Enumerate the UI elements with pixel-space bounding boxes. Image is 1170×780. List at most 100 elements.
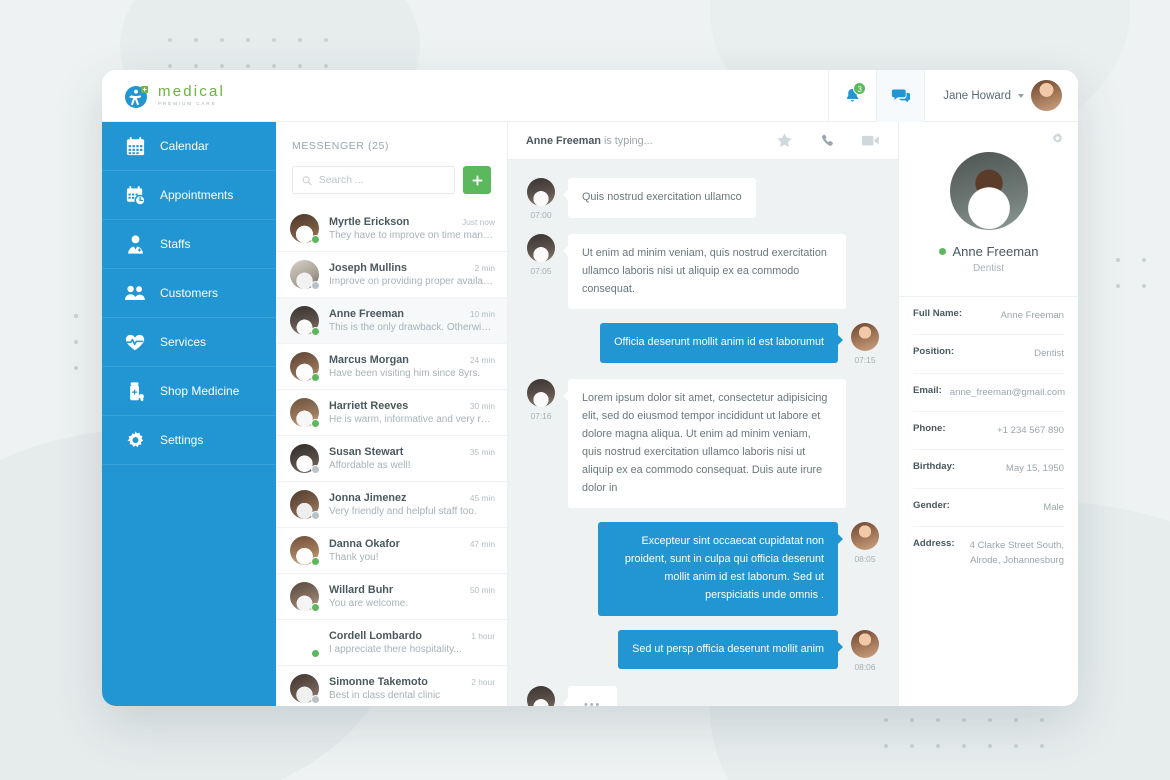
- brand-title: medical: [158, 83, 226, 101]
- sidebar-item-label: Shop Medicine: [160, 384, 240, 398]
- list-item-name: Danna Okafor: [329, 538, 400, 550]
- conversation-contact-name: Anne Freeman: [526, 134, 601, 147]
- status-badge: [311, 327, 320, 336]
- avatar: [851, 629, 879, 658]
- list-item-name: Marcus Morgan: [329, 354, 409, 366]
- app-window: medical PREMIUM CARE 3 Jane Howard Calen…: [102, 70, 1078, 706]
- message-bubble[interactable]: Quis nostrud exercitation ullamco: [563, 178, 756, 218]
- sidebar-item-services[interactable]: Services: [102, 318, 276, 367]
- brand-subtitle: PREMIUM CARE: [158, 101, 217, 107]
- profile-field-label: Position:: [913, 346, 955, 358]
- phone-icon[interactable]: [819, 133, 835, 149]
- sidebar-item-staffs[interactable]: Staffs: [102, 220, 276, 269]
- avatar: [290, 444, 320, 474]
- add-conversation-button[interactable]: [463, 166, 491, 194]
- profile-panel: Anne Freeman Dentist Full Name: Anne Free…: [898, 122, 1078, 706]
- avatar[interactable]: [1031, 80, 1062, 111]
- message-time: 08:06: [854, 661, 876, 672]
- message-bubble[interactable]: Officia deserunt mollit anim id est labo…: [600, 323, 843, 364]
- message-bubble[interactable]: •••: [562, 685, 618, 706]
- status-badge: [311, 235, 320, 244]
- online-status-dot: [938, 248, 946, 255]
- messages-button[interactable]: [876, 70, 925, 122]
- list-item-time: 45 min: [469, 493, 495, 503]
- message-bubble[interactable]: Sed ut persp officia deserunt mollit ani…: [618, 629, 843, 670]
- list-item[interactable]: Cordell Lombardo 1 hour I appreciate there…: [276, 620, 507, 666]
- search-input[interactable]: [318, 174, 445, 186]
- user-menu[interactable]: Jane Howard: [924, 70, 1078, 122]
- profile-field-label: Gender:: [913, 499, 950, 511]
- list-item[interactable]: Susan Stewart 35 min Affordable as well!: [276, 436, 507, 482]
- message-row: 08:06 Sed ut persp officia deserunt molli…: [524, 629, 882, 672]
- list-item-preview: Thank you!: [329, 552, 379, 563]
- sidebar-item-settings[interactable]: Settings: [102, 416, 276, 465]
- star-icon[interactable]: [776, 132, 793, 149]
- medical-logo-icon: [124, 83, 150, 109]
- top-bar: medical PREMIUM CARE 3 Jane Howard: [102, 70, 1078, 122]
- message-bubble[interactable]: Lorem ipsum dolor sit amet, consectetur …: [563, 379, 846, 509]
- sidebar-item-label: Appointments: [160, 188, 234, 202]
- search-icon: [302, 175, 312, 185]
- conversation-header: Anne Freeman is typing...: [508, 122, 898, 160]
- sidebar-item-calendar[interactable]: Calendar: [102, 122, 276, 171]
- list-item-name: Anne Freeman: [329, 308, 404, 320]
- list-item-time: 1 hour: [471, 631, 495, 641]
- list-item-preview: He is warm, informative and very reli...: [329, 414, 495, 425]
- typing-indicator-text: Anne Freeman is typing...: [526, 135, 653, 147]
- sidebar-item-customers[interactable]: Customers: [102, 269, 276, 318]
- chat-bubble-icon: [892, 89, 911, 103]
- video-camera-icon[interactable]: [861, 133, 880, 148]
- sidebar-item-appointments[interactable]: Appointments: [102, 171, 276, 220]
- messenger-search-row: [292, 166, 491, 194]
- list-item[interactable]: Marcus Morgan 24 min Have been visiting hi…: [276, 344, 507, 390]
- status-badge: [311, 603, 320, 612]
- list-item-preview: Affordable as well!: [329, 460, 411, 471]
- list-item[interactable]: Harriett Reeves 30 min He is warm, informa…: [276, 390, 507, 436]
- list-item[interactable]: Simonne Takemoto 2 hour Best in class dent…: [276, 666, 507, 706]
- messenger-title: MESSENGER (25): [292, 140, 390, 152]
- conversation-panel: Anne Freeman is typing... 07:00 Quis nos…: [508, 122, 898, 706]
- list-item-time: 2 hour: [471, 677, 495, 687]
- profile-settings-button[interactable]: [899, 122, 1078, 150]
- list-item-name: Cordell Lombardo: [329, 630, 422, 642]
- avatar: [290, 214, 320, 244]
- list-item-name: Harriett Reeves: [329, 400, 409, 412]
- message-list[interactable]: 07:00 Quis nostrud exercitation ullamco 07…: [508, 160, 898, 706]
- profile-field-label: Birthday:: [913, 461, 956, 473]
- status-badge: [311, 649, 320, 658]
- avatar: [290, 260, 320, 290]
- profile-field: Email: anne_freeman@gmail.com: [913, 374, 1065, 413]
- calendar-clock-icon: [124, 184, 146, 206]
- status-badge: [311, 419, 320, 428]
- avatar: [527, 685, 555, 706]
- sidebar-item-shop-medicine[interactable]: Shop Medicine: [102, 367, 276, 416]
- list-item-name: Joseph Mullins: [329, 262, 407, 274]
- list-item-name: Willard Buhr: [329, 584, 394, 596]
- sidebar-item-label: Services: [160, 335, 207, 349]
- profile-field-label: Full Name:: [913, 308, 963, 319]
- brand-logo[interactable]: medical PREMIUM CARE: [102, 70, 276, 121]
- profile-field-label: Email:: [913, 384, 942, 396]
- status-badge: [311, 465, 320, 474]
- status-badge: [311, 695, 320, 704]
- list-item[interactable]: Myrtle Erickson Just now They have to impr…: [276, 206, 507, 252]
- user-name-label: Jane Howard: [943, 89, 1011, 102]
- conversation-actions: [776, 132, 880, 149]
- list-item[interactable]: Danna Okafor 47 min Thank you!: [276, 528, 507, 574]
- message-bubble[interactable]: Excepteur sint occaecat cupidatat non pr…: [598, 522, 843, 616]
- avatar: [851, 522, 879, 551]
- list-item-time: 47 min: [469, 539, 495, 549]
- avatar: [290, 674, 320, 704]
- avatar: [851, 323, 879, 352]
- list-item[interactable]: Willard Buhr 50 min You are welcome.: [276, 574, 507, 620]
- list-item[interactable]: Jonna Jimenez 45 min Very friendly and hel…: [276, 482, 507, 528]
- search-box[interactable]: [292, 166, 455, 194]
- message-bubble[interactable]: Ut enim ad minim veniam, quis nostrud ex…: [563, 234, 846, 310]
- message-row: 07:16 Lorem ipsum dolor sit amet, consect…: [524, 379, 882, 509]
- avatar: [290, 490, 320, 520]
- notifications-button[interactable]: 3: [828, 70, 876, 122]
- list-item[interactable]: Anne Freeman 10 min This is the only drawb…: [276, 298, 507, 344]
- conversation-list[interactable]: Myrtle Erickson Just now They have to impr…: [276, 206, 507, 706]
- avatar: [290, 398, 320, 428]
- list-item[interactable]: Joseph Mullins 2 min Improve on providing …: [276, 252, 507, 298]
